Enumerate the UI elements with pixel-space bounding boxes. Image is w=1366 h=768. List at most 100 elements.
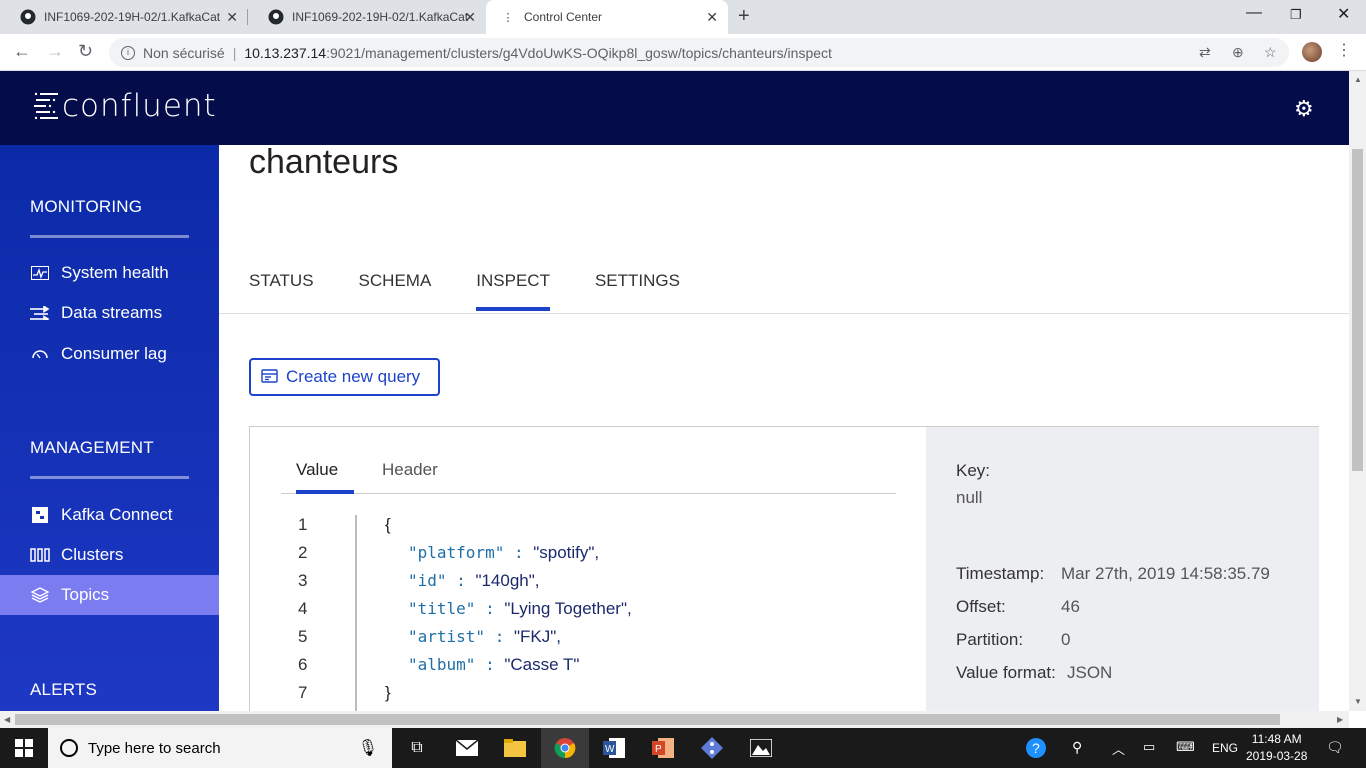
forward-icon[interactable]: → (46, 41, 64, 62)
message-tabs: Value Header (281, 457, 896, 494)
translate-icon[interactable]: ⇄ (1199, 44, 1211, 61)
back-icon[interactable]: ← (13, 41, 31, 62)
sidebar-item-label: Kafka Connect (61, 505, 173, 524)
create-new-query-button[interactable]: Create new query (249, 358, 440, 396)
browser-tab-bar: INF1069-202-19H-02/1.KafkaCat ✕ INF1069-… (0, 0, 1366, 34)
scrollbar-thumb[interactable] (1352, 149, 1363, 471)
gauge-icon (30, 348, 50, 360)
value-format-value: JSON (1067, 663, 1113, 682)
sidebar-item-label: Data streams (61, 303, 163, 322)
profile-avatar[interactable] (1302, 42, 1322, 62)
sidebar-item-label: Clusters (61, 545, 124, 564)
sidebar-item-system-health[interactable]: System health (0, 253, 219, 293)
sidebar-item-topics[interactable]: Topics (0, 575, 219, 615)
restore-icon[interactable]: ❐ (1290, 7, 1302, 23)
monitoring-section-title: MONITORING (30, 197, 143, 216)
code-line: } (385, 683, 391, 703)
message-panel: Value Header 1 2 3 4 5 6 7 { "platform" … (249, 426, 1319, 711)
info-icon[interactable]: i (121, 45, 135, 60)
line-number: 2 (298, 543, 308, 562)
scrollbar-thumb[interactable] (15, 714, 1280, 725)
connect-icon (30, 507, 50, 523)
mail-icon[interactable] (455, 736, 479, 760)
close-tab-icon[interactable]: ✕ (706, 9, 718, 26)
scroll-up-icon[interactable]: ▲ (1354, 75, 1362, 84)
main-content: chanteurs STATUS SCHEMA INSPECT SETTINGS… (219, 145, 1349, 711)
browser-tab-active[interactable]: ⋮ Control Center ✕ (486, 0, 728, 34)
taskbar-search-input[interactable]: Type here to search 🎙 (48, 728, 392, 768)
minimize-icon[interactable]: — (1246, 4, 1262, 22)
vertical-scrollbar[interactable]: ▲ ▼ (1349, 71, 1366, 711)
window-close-icon[interactable]: ✕ (1337, 4, 1350, 24)
reload-icon[interactable]: ↻ (78, 41, 93, 62)
tab-value[interactable]: Value (296, 460, 338, 480)
pulse-icon (30, 266, 50, 280)
task-view-icon[interactable]: ⧉ (405, 736, 429, 760)
json-value: "FKJ", (513, 627, 561, 646)
tabs-divider (219, 313, 1349, 314)
json-brace: { (385, 515, 391, 534)
sidebar-item-consumer-lag[interactable]: Consumer lag (0, 334, 219, 374)
tab-inspect[interactable]: INSPECT (476, 271, 550, 311)
code-line: "platform" : "spotify", (408, 543, 600, 562)
sidebar-item-clusters[interactable]: Clusters (0, 535, 219, 575)
tab-header[interactable]: Header (382, 460, 438, 480)
code-line: "album" : "Casse T" (408, 655, 580, 674)
browser-tab-title: INF1069-202-19H-02/1.KafkaCat (292, 10, 469, 24)
powerpoint-icon[interactable]: P (651, 736, 675, 760)
keyboard-icon[interactable]: ⌨ (1176, 739, 1195, 755)
json-key: "title" (408, 599, 476, 618)
timestamp-value: Mar 27th, 2019 14:58:35.79 (1061, 564, 1270, 583)
clock-time: 11:48 AM (1251, 732, 1302, 746)
sidebar-item-data-streams[interactable]: Data streams (0, 293, 219, 333)
sidebar-item-label: Consumer lag (61, 344, 167, 363)
scroll-down-icon[interactable]: ▼ (1354, 697, 1362, 706)
browser-tab-title: Control Center (524, 10, 603, 24)
chrome-taskbar-icon[interactable] (541, 728, 589, 768)
active-tab-indicator (296, 490, 354, 494)
json-value: "Lying Together", (504, 599, 632, 618)
chevron-up-icon[interactable]: ︿ (1112, 739, 1125, 758)
photos-icon[interactable] (749, 736, 773, 760)
language-indicator[interactable]: ENG (1212, 741, 1238, 755)
gear-icon[interactable]: ⚙ (1294, 96, 1314, 122)
close-tab-icon[interactable]: ✕ (464, 9, 476, 26)
url-field[interactable]: i Non sécurisé | 10.13.237.14:9021/manag… (109, 38, 1289, 67)
scroll-right-icon[interactable]: ▶ (1337, 715, 1343, 724)
help-icon[interactable]: ? (1024, 736, 1048, 760)
tab-status[interactable]: STATUS (249, 271, 314, 311)
zoom-icon[interactable]: ⊕ (1232, 44, 1244, 61)
code-line: "title" : "Lying Together", (408, 599, 632, 618)
json-key: "artist" (408, 627, 486, 646)
notifications-icon[interactable]: 🗨 (1326, 739, 1344, 756)
confluent-logo[interactable]: confluent (34, 88, 217, 124)
scroll-left-icon[interactable]: ◀ (4, 715, 10, 724)
microphone-icon[interactable]: 🎙 (358, 738, 378, 758)
people-icon[interactable]: ⚲ (1072, 739, 1082, 756)
battery-icon[interactable]: ▭ (1143, 739, 1155, 755)
tab-settings[interactable]: SETTINGS (595, 271, 680, 311)
windows-start-icon[interactable] (12, 736, 36, 760)
tab-schema[interactable]: SCHEMA (359, 271, 432, 311)
section-divider (30, 476, 189, 479)
security-label: Non sécurisé (143, 44, 225, 61)
new-tab-icon[interactable]: + (738, 5, 750, 28)
browser-tab[interactable]: INF1069-202-19H-02/1.KafkaCat ✕ (0, 0, 248, 34)
file-explorer-icon[interactable] (503, 736, 527, 760)
bookmark-star-icon[interactable]: ☆ (1264, 44, 1277, 61)
system-clock[interactable]: 11:48 AM 2019-03-28 (1246, 731, 1307, 765)
sidebar-item-kafka-connect[interactable]: Kafka Connect (0, 495, 219, 535)
url-divider: | (232, 44, 237, 61)
git-icon[interactable] (700, 736, 724, 760)
word-icon[interactable]: W (602, 736, 626, 760)
sidebar-item-label: System health (61, 263, 169, 282)
browser-tab[interactable]: INF1069-202-19H-02/1.KafkaCat ✕ (248, 0, 486, 34)
browser-menu-icon[interactable]: ⋮ (1336, 40, 1352, 60)
horizontal-scrollbar[interactable]: ◀ ▶ (0, 711, 1349, 728)
line-number: 1 (298, 515, 308, 534)
alerts-section-title: ALERTS (30, 680, 98, 699)
taskbar: Type here to search 🎙 ⧉ W P ? ⚲ ︿ ▭ ⌨ EN… (0, 728, 1366, 768)
close-tab-icon[interactable]: ✕ (226, 9, 238, 26)
url-path: :9021/management/clusters/g4VdoUwKS-OQik… (326, 44, 832, 61)
json-key: "id" (408, 571, 447, 590)
